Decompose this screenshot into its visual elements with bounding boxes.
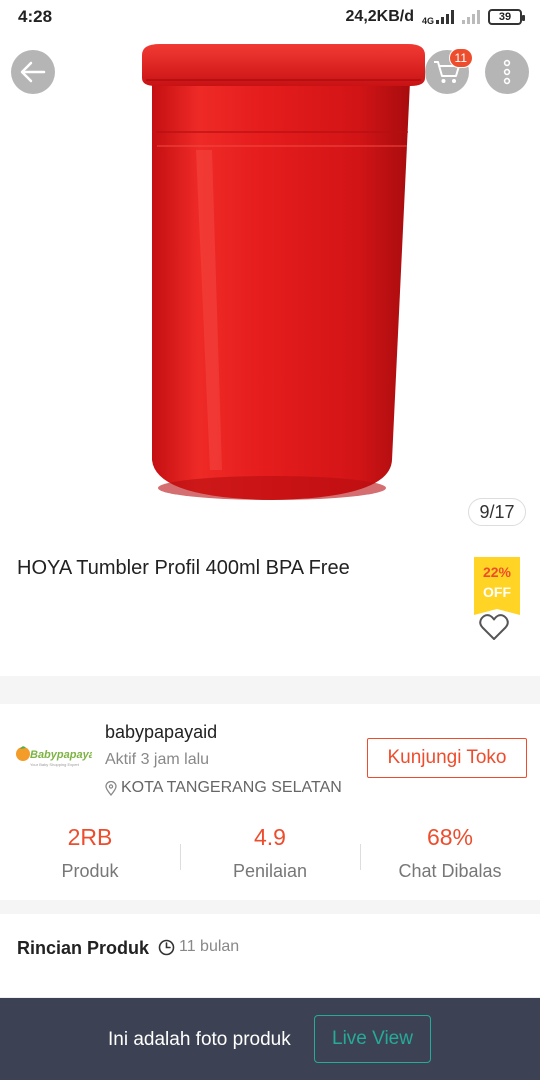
discount-badge: 22% OFF — [474, 557, 520, 615]
shop-location: KOTA TANGERANG SELATAN — [105, 779, 342, 797]
shop-name[interactable]: babypapayaid — [105, 722, 217, 743]
status-time: 4:28 — [18, 7, 53, 26]
battery-level: 39 — [498, 11, 512, 23]
stat-label: Chat Dibalas — [398, 861, 502, 881]
shop-logo[interactable]: Babypapaya Your Baby Shopping Expert — [14, 740, 92, 772]
network-speed: 24,2KB/d — [345, 8, 414, 25]
discount-percent: 22% — [482, 564, 512, 580]
product-title: HOYA Tumbler Profil 400ml BPA Free — [17, 557, 350, 579]
stat-rating[interactable]: 4.9 Penilaian — [180, 822, 360, 892]
cart-count-badge: 11 — [448, 48, 473, 68]
location-pin-icon — [105, 780, 117, 796]
product-title-section: HOYA Tumbler Profil 400ml BPA Free 22% O… — [0, 540, 540, 676]
stat-value: 68% — [426, 824, 474, 850]
battery-icon: 39 — [488, 9, 525, 25]
heart-icon[interactable] — [478, 612, 510, 642]
details-time-text: 11 bulan — [179, 938, 240, 955]
signal-icon — [436, 10, 454, 24]
signal-secondary-icon — [462, 10, 480, 24]
back-button[interactable] — [11, 50, 55, 94]
shop-section: Babypapaya Your Baby Shopping Expert bab… — [0, 704, 540, 900]
shop-active-status: Aktif 3 jam lalu — [105, 751, 210, 768]
stat-value: 2RB — [67, 824, 113, 850]
discount-off-label: OFF — [483, 584, 511, 600]
image-counter: 9/17 — [468, 498, 526, 526]
stat-label: Penilaian — [232, 861, 308, 881]
stat-products[interactable]: 2RB Produk — [0, 822, 180, 892]
stat-chat-reply[interactable]: 68% Chat Dibalas — [360, 822, 540, 892]
visit-shop-button[interactable]: Kunjungi Toko — [367, 738, 527, 778]
section-divider — [0, 676, 540, 704]
clock-icon — [158, 939, 175, 955]
back-arrow-icon — [20, 61, 46, 83]
status-indicators: 24,2KB/d 4G 39 — [345, 8, 525, 26]
cart-button[interactable]: 11 — [425, 48, 473, 94]
bottom-bar: Ini adalah foto produk Live View — [0, 998, 540, 1080]
stat-value: 4.9 — [254, 824, 286, 850]
network-type: 4G — [421, 16, 434, 26]
shop-location-text: KOTA TANGERANG SELATAN — [121, 779, 342, 796]
section-divider — [0, 900, 540, 914]
product-details-section[interactable]: Rincian Produk 11 bulan — [0, 914, 540, 998]
live-view-button[interactable]: Live View — [314, 1015, 431, 1063]
photo-notice-text: Ini adalah foto produk — [108, 1029, 291, 1050]
status-bar: 4:28 24,2KB/d 4G 39 — [0, 0, 540, 34]
svg-text:Babypapaya: Babypapaya — [30, 749, 92, 761]
stat-label: Produk — [61, 861, 119, 881]
details-time: 11 bulan — [158, 938, 239, 956]
svg-text:Your Baby Shopping Expert: Your Baby Shopping Expert — [30, 762, 80, 767]
more-vertical-icon — [503, 59, 511, 85]
more-options-button[interactable] — [485, 50, 529, 94]
details-title: Rincian Produk — [17, 938, 150, 958]
shop-stats: 2RB Produk 4.9 Penilaian 68% Chat Dibala… — [0, 822, 540, 892]
